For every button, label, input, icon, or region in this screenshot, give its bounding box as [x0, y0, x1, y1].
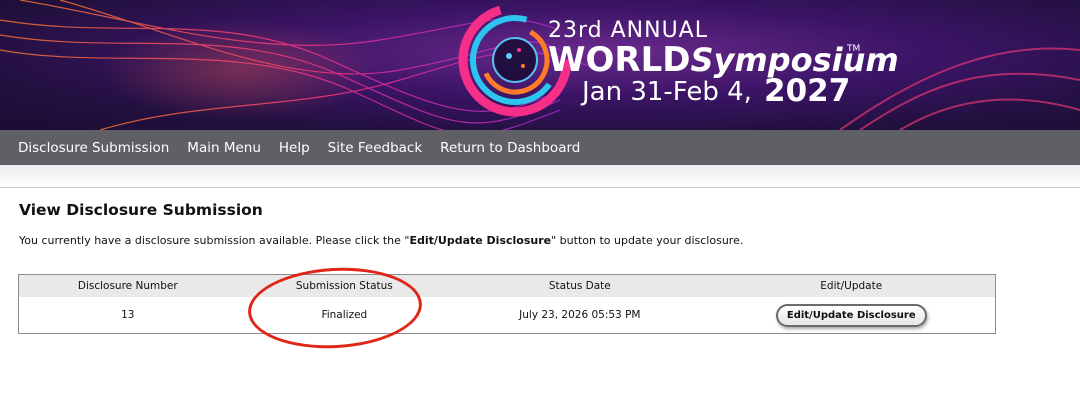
header-edit-update: Edit/Update [707, 275, 995, 297]
header-status-date: Status Date [452, 275, 708, 297]
table-header-row: Disclosure Number Submission Status Stat… [19, 275, 995, 297]
intro-text: You currently have a disclosure submissi… [19, 234, 743, 247]
table-row: 13 Finalized July 23, 2026 05:53 PM Edit… [19, 297, 995, 333]
nav-return-to-dashboard[interactable]: Return to Dashboard [440, 140, 580, 156]
nav-help[interactable]: Help [279, 140, 310, 156]
nav-site-feedback[interactable]: Site Feedback [328, 140, 423, 156]
cell-submission-status: Finalized [321, 309, 368, 321]
nav-shadow-bar [0, 165, 1080, 188]
banner-dates: Jan 31-Feb 4, [582, 77, 752, 107]
intro-text-after: " button to update your disclosure. [551, 234, 744, 247]
banner-artwork [0, 0, 1080, 130]
cell-edit-update: Edit/Update Disclosure [708, 297, 995, 333]
header-submission-status: Submission Status [236, 275, 453, 297]
header-disclosure-number: Disclosure Number [19, 275, 237, 297]
main-nav: Disclosure Submission Main Menu Help Sit… [0, 130, 1080, 165]
nav-main-menu[interactable]: Main Menu [187, 140, 261, 156]
event-banner: 23rd ANNUAL WORLDSymposium TM Jan 31-Feb… [0, 0, 1080, 130]
disclosure-table-grid: Disclosure Number Submission Status Stat… [19, 275, 995, 333]
edit-update-disclosure-button[interactable]: Edit/Update Disclosure [775, 303, 927, 327]
intro-text-bold: Edit/Update Disclosure [409, 234, 552, 247]
nav-disclosure-submission[interactable]: Disclosure Submission [18, 140, 169, 156]
banner-trademark: TM [847, 44, 861, 54]
banner-brand-bold: WORLD [548, 40, 691, 80]
intro-text-before: You currently have a disclosure submissi… [19, 234, 410, 247]
cell-status-date: July 23, 2026 05:53 PM [519, 309, 641, 321]
cell-disclosure-number: 13 [121, 309, 135, 321]
page-title: View Disclosure Submission [19, 201, 263, 219]
banner-year: 2027 [764, 73, 851, 109]
disclosure-table: Disclosure Number Submission Status Stat… [18, 274, 996, 334]
